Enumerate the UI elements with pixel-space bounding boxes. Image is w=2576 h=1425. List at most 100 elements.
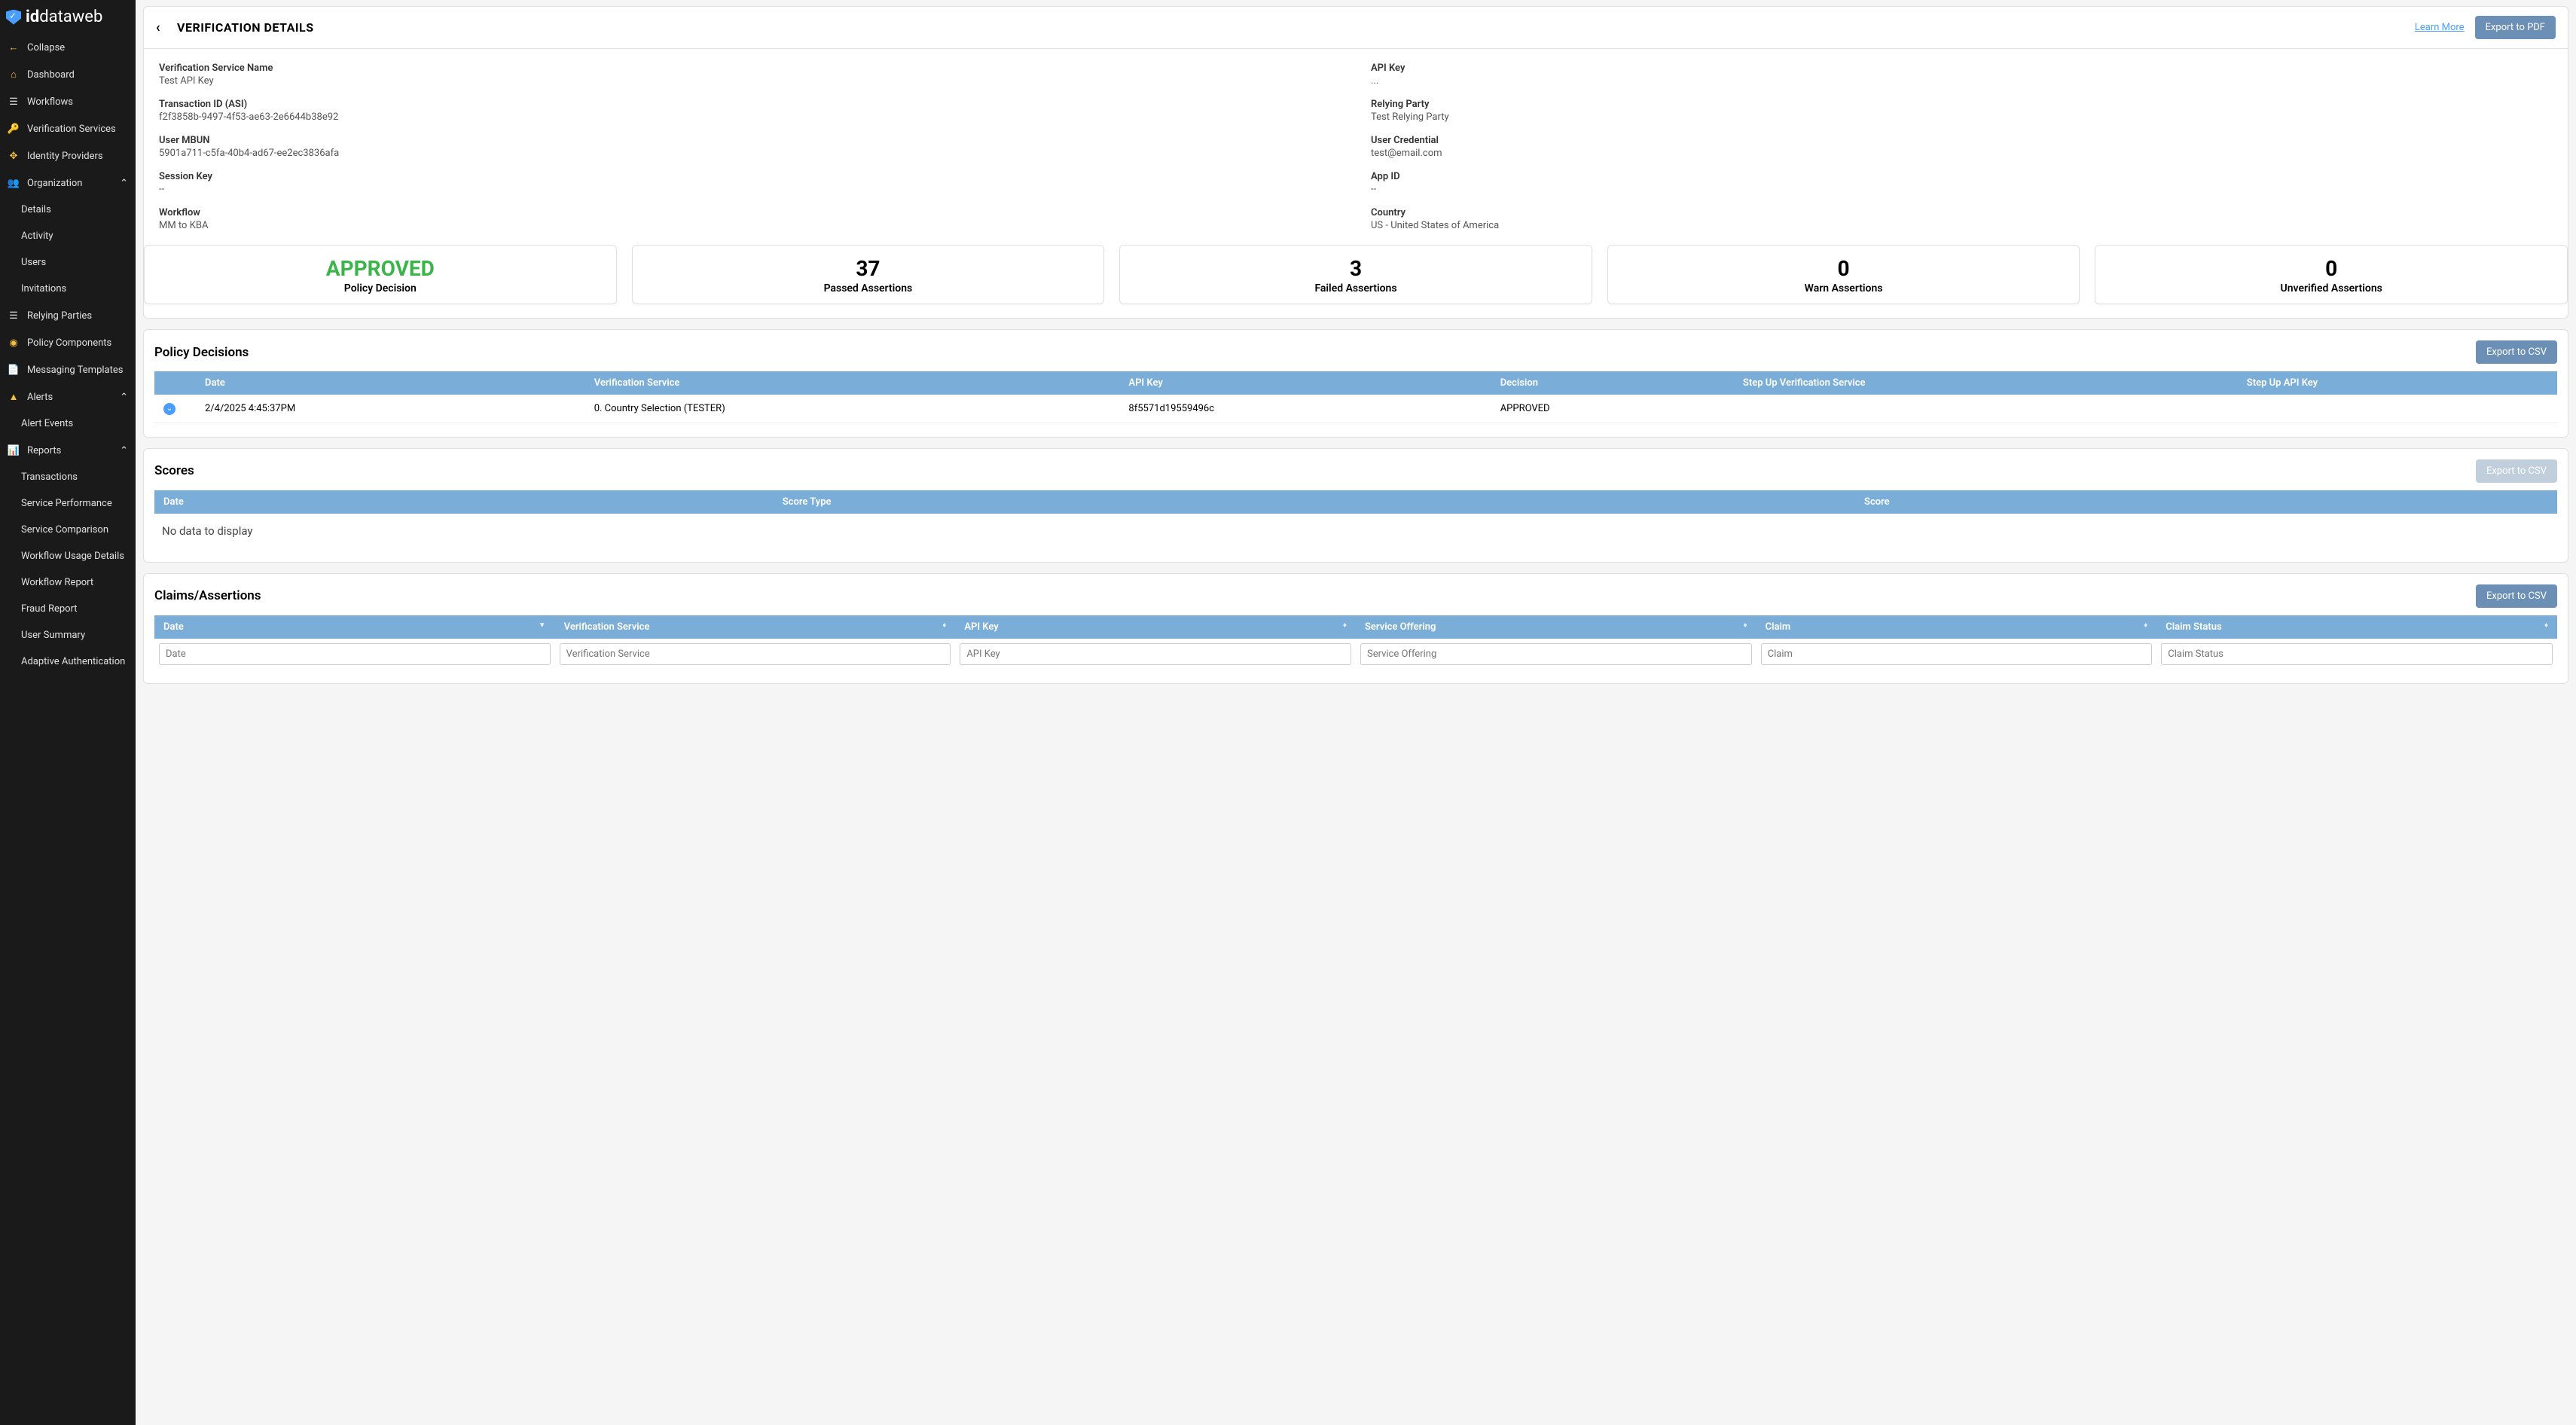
stat-label: Unverified Assertions	[2095, 282, 2567, 294]
col-score[interactable]: Score	[1855, 490, 2557, 514]
filter-date-input[interactable]	[159, 643, 551, 665]
detail-label: API Key	[1371, 63, 2553, 74]
stat-label: Policy Decision	[145, 282, 616, 294]
export-csv-button[interactable]: Export to CSV	[2476, 584, 2557, 608]
col-date[interactable]: Date▼	[154, 615, 555, 639]
collapse-button[interactable]: ← Collapse	[0, 34, 136, 61]
sidebar-item-user-summary[interactable]: User Summary	[0, 622, 136, 648]
cell-decision: APPROVED	[1491, 395, 1734, 423]
detail-value: test@email.com	[1371, 148, 2553, 159]
list-icon: ☰	[8, 96, 20, 108]
sidebar-label: Transactions	[21, 471, 78, 483]
detail-value: MM to KBA	[159, 220, 1341, 231]
col-stepup-key[interactable]: Step Up API Key	[2238, 371, 2557, 395]
stat-value: 0	[1608, 256, 2080, 281]
col-decision[interactable]: Decision	[1491, 371, 1734, 395]
sidebar-item-relying-parties[interactable]: ☰Relying Parties	[0, 302, 136, 329]
document-icon: 📄	[8, 364, 20, 376]
col-type[interactable]: Score Type	[774, 490, 1855, 514]
sidebar-item-service-performance[interactable]: Service Performance	[0, 490, 136, 517]
col-vs[interactable]: Verification Service	[585, 371, 1120, 395]
cell-vs: 0. Country Selection (TESTER)	[585, 395, 1120, 423]
sidebar-label: Policy Components	[27, 337, 111, 349]
learn-more-link[interactable]: Learn More	[2415, 22, 2465, 33]
export-csv-button[interactable]: Export to CSV	[2476, 459, 2557, 483]
section-title: Policy Decisions	[154, 345, 249, 360]
sidebar-item-fraud-report[interactable]: Fraud Report	[0, 596, 136, 622]
filter-vs-input[interactable]	[560, 643, 951, 665]
scores-table: Date Score Type Score	[154, 490, 2557, 514]
sort-desc-icon: ▼	[539, 621, 546, 630]
sidebar-item-dashboard[interactable]: ⌂Dashboard	[0, 61, 136, 88]
export-csv-button[interactable]: Export to CSV	[2476, 340, 2557, 364]
page-header: ‹ VERIFICATION DETAILS Learn More Export…	[144, 7, 2568, 49]
sidebar-item-transactions[interactable]: Transactions	[0, 464, 136, 490]
sort-icon: ♦	[942, 621, 946, 630]
filter-status-input[interactable]	[2161, 643, 2553, 665]
detail-value: f2f3858b-9497-4f53-ae63-2e6644b38e92	[159, 111, 1341, 123]
sidebar-item-alerts[interactable]: ▲Alerts⌃	[0, 383, 136, 410]
col-apikey[interactable]: API Key	[1119, 371, 1491, 395]
sidebar-label: User Summary	[21, 630, 85, 641]
col-status[interactable]: Claim Status♦	[2156, 615, 2557, 639]
sidebar-item-reports[interactable]: 📊Reports⌃	[0, 437, 136, 464]
detail-value: --	[159, 184, 1341, 195]
sidebar-label: Activity	[21, 230, 53, 242]
section-title: Scores	[154, 463, 194, 478]
sidebar-label: Messaging Templates	[27, 365, 123, 376]
detail-label: User Credential	[1371, 135, 2553, 146]
detail-value: US - United States of America	[1371, 220, 2553, 231]
col-apikey[interactable]: API Key♦	[955, 615, 1356, 639]
sidebar-item-alert-events[interactable]: Alert Events	[0, 410, 136, 437]
detail-label: User MBUN	[159, 135, 1341, 146]
stat-value: APPROVED	[145, 256, 616, 281]
cell-stepup-key	[2238, 395, 2557, 423]
logo: iddataweb	[0, 0, 136, 34]
details-card: ‹ VERIFICATION DETAILS Learn More Export…	[143, 6, 2568, 319]
sidebar-item-users[interactable]: Users	[0, 249, 136, 276]
col-vs[interactable]: Verification Service♦	[555, 615, 956, 639]
stat-unverified: 0Unverified Assertions	[2095, 245, 2568, 304]
sidebar-item-identity-providers[interactable]: ✥Identity Providers	[0, 142, 136, 169]
filter-apikey-input[interactable]	[960, 643, 1351, 665]
users-icon: 👥	[8, 177, 20, 189]
sidebar-label: Service Comparison	[21, 524, 108, 536]
collapse-label: Collapse	[27, 42, 65, 53]
back-button[interactable]: ‹	[156, 20, 171, 35]
sidebar-item-adaptive-auth[interactable]: Adaptive Authentication	[0, 648, 136, 675]
list-icon: ☰	[8, 310, 20, 322]
sidebar-item-workflows[interactable]: ☰Workflows	[0, 88, 136, 115]
sidebar-item-activity[interactable]: Activity	[0, 223, 136, 249]
filter-claim-input[interactable]	[1761, 643, 2153, 665]
sidebar-label: Identity Providers	[27, 151, 103, 162]
claims-table: Date▼ Verification Service♦ API Key♦ Ser…	[154, 615, 2557, 670]
arrow-left-icon: ←	[8, 41, 20, 53]
sidebar-item-workflow-usage-details[interactable]: Workflow Usage Details	[0, 543, 136, 569]
sidebar-item-invitations[interactable]: Invitations	[0, 276, 136, 302]
sidebar-item-messaging-templates[interactable]: 📄 Messaging Templates	[0, 356, 136, 383]
cell-apikey: 8f5571d19559496c	[1119, 395, 1491, 423]
col-date[interactable]: Date	[196, 371, 585, 395]
sidebar-item-verification-services[interactable]: 🔑Verification Services	[0, 115, 136, 142]
sidebar-item-workflow-report[interactable]: Workflow Report	[0, 569, 136, 596]
detail-label: App ID	[1371, 171, 2553, 182]
expand-row-button[interactable]: ⌄	[163, 403, 175, 415]
col-service[interactable]: Service Offering♦	[1356, 615, 1757, 639]
col-date[interactable]: Date	[154, 490, 774, 514]
sidebar-item-service-comparison[interactable]: Service Comparison	[0, 517, 136, 543]
sidebar-item-policy-components[interactable]: ◉Policy Components	[0, 329, 136, 356]
table-row: ⌄ 2/4/2025 4:45:37PM 0. Country Selectio…	[154, 395, 2557, 423]
filter-row	[154, 639, 2557, 670]
export-pdf-button[interactable]: Export to PDF	[2475, 16, 2556, 39]
col-stepup-vs[interactable]: Step Up Verification Service	[1734, 371, 2238, 395]
sidebar-label: Fraud Report	[21, 603, 78, 615]
sidebar-label: Dashboard	[27, 69, 75, 81]
cell-stepup-vs	[1734, 395, 2238, 423]
detail-label: Verification Service Name	[159, 63, 1341, 74]
sidebar-item-organization[interactable]: 👥Organization⌃	[0, 169, 136, 197]
filter-service-input[interactable]	[1360, 643, 1752, 665]
cell-date: 2/4/2025 4:45:37PM	[196, 395, 585, 423]
sidebar-label: Adaptive Authentication	[21, 656, 125, 667]
col-claim[interactable]: Claim♦	[1757, 615, 2157, 639]
sidebar-item-details[interactable]: Details	[0, 197, 136, 223]
